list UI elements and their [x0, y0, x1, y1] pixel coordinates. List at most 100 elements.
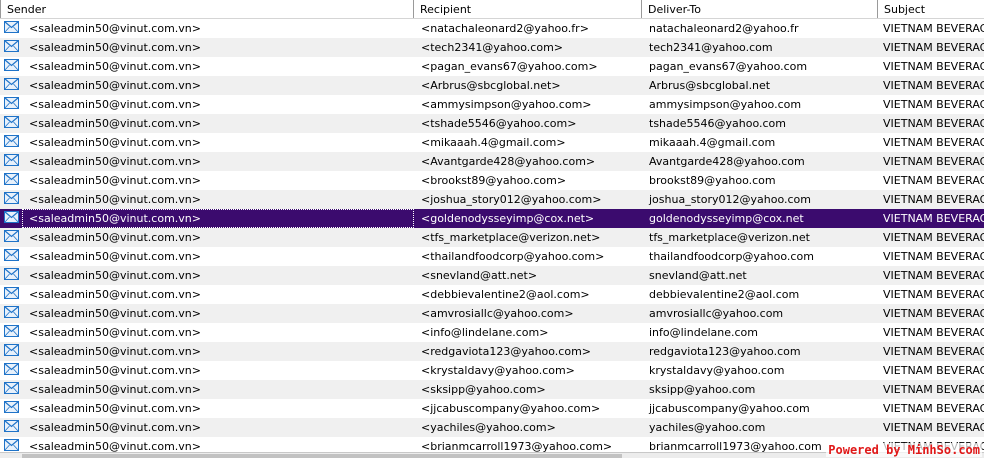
envelope-icon — [0, 266, 22, 285]
subject-cell: VIETNAM BEVERAG — [883, 155, 984, 168]
message-row[interactable]: <saleadmin50@vinut.com.vn> <krystaldavy@y… — [0, 361, 984, 380]
message-row[interactable]: <saleadmin50@vinut.com.vn> <joshua_story0… — [0, 190, 984, 209]
subject-cell: VIETNAM BEVERAG — [883, 383, 984, 396]
deliver-to-cell: debbievalentine2@aol.com — [649, 288, 800, 301]
message-row[interactable]: <saleadmin50@vinut.com.vn> <redgaviota123… — [0, 342, 984, 361]
sender-cell: <saleadmin50@vinut.com.vn> — [22, 209, 414, 228]
sender-cell: <saleadmin50@vinut.com.vn> — [29, 231, 201, 244]
column-header-bar: Sender Recipient Deliver-To Subject — [0, 0, 984, 19]
sender-cell: <saleadmin50@vinut.com.vn> — [29, 193, 201, 206]
sender-cell: <saleadmin50@vinut.com.vn> — [29, 326, 201, 339]
deliver-to-cell: mikaaah.4@gmail.com — [649, 136, 776, 149]
message-row[interactable]: <saleadmin50@vinut.com.vn> <jjcabuscompan… — [0, 399, 984, 418]
message-row[interactable]: <saleadmin50@vinut.com.vn> <ammysimpson@y… — [0, 95, 984, 114]
deliver-to-cell: tfs_marketplace@verizon.net — [649, 231, 810, 244]
deliver-to-cell: Avantgarde428@yahoo.com — [649, 155, 805, 168]
column-header-sender[interactable]: Sender — [0, 0, 414, 18]
subject-cell: VIETNAM BEVERAG — [883, 193, 984, 206]
sender-cell: <saleadmin50@vinut.com.vn> — [29, 288, 201, 301]
subject-cell: VIETNAM BEVERAG — [883, 41, 984, 54]
recipient-cell: <natachaleonard2@yahoo.fr> — [421, 22, 589, 35]
deliver-to-cell: pagan_evans67@yahoo.com — [649, 60, 808, 73]
subject-cell: VIETNAM BEVERAG — [883, 307, 984, 320]
subject-cell: VIETNAM BEVERAG — [883, 421, 984, 434]
sender-cell: <saleadmin50@vinut.com.vn> — [29, 250, 201, 263]
recipient-cell: <mikaaah.4@gmail.com> — [421, 136, 566, 149]
envelope-icon — [0, 418, 22, 437]
deliver-to-cell: joshua_story012@yahoo.com — [649, 193, 811, 206]
message-row[interactable]: <saleadmin50@vinut.com.vn> <tshade5546@ya… — [0, 114, 984, 133]
subject-cell: VIETNAM BEVERAG — [883, 269, 984, 282]
sender-cell: <saleadmin50@vinut.com.vn> — [29, 307, 201, 320]
subject-cell: VIETNAM BEVERAG — [883, 402, 984, 415]
envelope-icon — [0, 380, 22, 399]
message-row[interactable]: <saleadmin50@vinut.com.vn> <sksipp@yahoo.… — [0, 380, 984, 399]
message-row[interactable]: <saleadmin50@vinut.com.vn> <Avantgarde428… — [0, 152, 984, 171]
subject-cell: VIETNAM BEVERAG — [883, 98, 984, 111]
sender-cell: <saleadmin50@vinut.com.vn> — [29, 155, 201, 168]
sender-cell: <saleadmin50@vinut.com.vn> — [29, 117, 201, 130]
deliver-to-cell: natachaleonard2@yahoo.fr — [649, 22, 799, 35]
recipient-cell: <info@lindelane.com> — [421, 326, 549, 339]
message-row[interactable]: <saleadmin50@vinut.com.vn> <debbievalenti… — [0, 285, 984, 304]
subject-cell: VIETNAM BEVERAG — [883, 60, 984, 73]
message-row[interactable]: <saleadmin50@vinut.com.vn> <tech2341@yaho… — [0, 38, 984, 57]
recipient-cell: <redgaviota123@yahoo.com> — [421, 345, 592, 358]
message-row[interactable]: <saleadmin50@vinut.com.vn> <natachaleonar… — [0, 19, 984, 38]
deliver-to-cell: snevland@att.net — [649, 269, 747, 282]
message-row[interactable]: <saleadmin50@vinut.com.vn> <Arbrus@sbcglo… — [0, 76, 984, 95]
deliver-to-cell: tech2341@yahoo.com — [649, 41, 773, 54]
envelope-icon — [0, 152, 22, 171]
scrollbar-thumb[interactable] — [22, 454, 622, 458]
sender-cell: <saleadmin50@vinut.com.vn> — [29, 383, 201, 396]
message-row[interactable]: <saleadmin50@vinut.com.vn> <snevland@att.… — [0, 266, 984, 285]
envelope-icon — [0, 228, 22, 247]
recipient-cell: <goldenodysseyimp@cox.net> — [421, 212, 595, 225]
subject-cell: VIETNAM BEVERAG — [883, 174, 984, 187]
envelope-icon — [0, 38, 22, 57]
message-list: <saleadmin50@vinut.com.vn> <natachaleonar… — [0, 19, 984, 456]
recipient-cell: <ammysimpson@yahoo.com> — [421, 98, 592, 111]
sender-cell: <saleadmin50@vinut.com.vn> — [29, 174, 201, 187]
message-row[interactable]: <saleadmin50@vinut.com.vn> <thailandfoodc… — [0, 247, 984, 266]
sender-cell: <saleadmin50@vinut.com.vn> — [29, 402, 201, 415]
recipient-cell: <brookst89@yahoo.com> — [421, 174, 567, 187]
recipient-cell: <Arbrus@sbcglobal.net> — [421, 79, 561, 92]
envelope-icon — [0, 304, 22, 323]
deliver-to-cell: goldenodysseyimp@cox.net — [649, 212, 804, 225]
deliver-to-cell: tshade5546@yahoo.com — [649, 117, 786, 130]
message-row[interactable]: <saleadmin50@vinut.com.vn> <brookst89@yah… — [0, 171, 984, 190]
recipient-cell: <Avantgarde428@yahoo.com> — [421, 155, 596, 168]
subject-cell: VIETNAM BEVERAG — [883, 288, 984, 301]
recipient-cell: <sksipp@yahoo.com> — [421, 383, 546, 396]
column-header-recipient[interactable]: Recipient — [414, 0, 642, 18]
subject-cell: VIETNAM BEVERAG — [883, 212, 984, 225]
sender-cell: <saleadmin50@vinut.com.vn> — [29, 79, 201, 92]
message-row[interactable]: <saleadmin50@vinut.com.vn> <pagan_evans67… — [0, 57, 984, 76]
column-header-deliver-to[interactable]: Deliver-To — [642, 0, 878, 18]
envelope-icon — [0, 342, 22, 361]
subject-cell: VIETNAM BEVERAG — [883, 250, 984, 263]
subject-cell: VIETNAM BEVERAG — [883, 231, 984, 244]
subject-cell: VIETNAM BEVERAG — [883, 22, 984, 35]
recipient-cell: <debbievalentine2@aol.com> — [421, 288, 590, 301]
envelope-icon — [0, 323, 22, 342]
recipient-cell: <yachiles@yahoo.com> — [421, 421, 556, 434]
envelope-icon — [0, 209, 22, 228]
message-row[interactable]: <saleadmin50@vinut.com.vn> <amvrosiallc@y… — [0, 304, 984, 323]
message-row[interactable]: <saleadmin50@vinut.com.vn> <info@lindelan… — [0, 323, 984, 342]
message-row[interactable]: <saleadmin50@vinut.com.vn> <yachiles@yaho… — [0, 418, 984, 437]
column-header-subject[interactable]: Subject — [878, 0, 984, 18]
envelope-icon — [0, 399, 22, 418]
message-row[interactable]: <saleadmin50@vinut.com.vn> <goldenodyssey… — [0, 209, 984, 228]
recipient-cell: <tech2341@yahoo.com> — [421, 41, 564, 54]
deliver-to-cell: brookst89@yahoo.com — [649, 174, 776, 187]
sender-cell: <saleadmin50@vinut.com.vn> — [29, 22, 201, 35]
envelope-icon — [0, 190, 22, 209]
recipient-cell: <tfs_marketplace@verizon.net> — [421, 231, 601, 244]
message-row[interactable]: <saleadmin50@vinut.com.vn> <tfs_marketpla… — [0, 228, 984, 247]
message-row[interactable]: <saleadmin50@vinut.com.vn> <mikaaah.4@gma… — [0, 133, 984, 152]
deliver-to-cell: krystaldavy@yahoo.com — [649, 364, 785, 377]
envelope-icon — [0, 95, 22, 114]
deliver-to-cell: sksipp@yahoo.com — [649, 383, 756, 396]
